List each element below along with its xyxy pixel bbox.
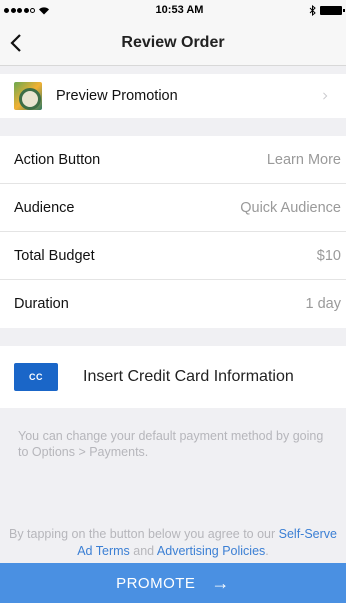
detail-row-duration[interactable]: Duration 1 day [0, 280, 346, 328]
preview-promotion-row[interactable]: Preview Promotion [0, 74, 346, 118]
detail-label: Duration [14, 296, 69, 312]
navigation-bar: Review Order [0, 20, 346, 66]
battery-icon [319, 5, 345, 15]
detail-row-action-button[interactable]: Action Button Learn More [0, 136, 346, 184]
signal-strength-icon [4, 7, 35, 13]
detail-value: 1 day [305, 296, 341, 312]
spacer [0, 118, 346, 136]
terms-prefix: By tapping on the button below you agree… [9, 527, 279, 541]
advertising-policies-link[interactable]: Advertising Policies [157, 544, 265, 558]
promotion-section: Preview Promotion [0, 74, 346, 118]
promote-button[interactable]: PROMOTE → [0, 563, 346, 603]
chevron-right-icon [323, 92, 328, 100]
payment-info-text: You can change your default payment meth… [18, 429, 324, 460]
promotion-thumbnail [14, 82, 42, 110]
detail-label: Action Button [14, 151, 101, 168]
bluetooth-icon [309, 4, 316, 16]
terms-middle: and [129, 543, 157, 558]
back-button[interactable] [10, 20, 46, 66]
wifi-icon [39, 6, 49, 14]
arrow-right-icon: → [211, 572, 230, 593]
detail-value: Quick Audience [240, 199, 341, 216]
detail-value: Learn More [266, 151, 341, 168]
credit-card-icon: CC [14, 363, 58, 391]
order-details: Action Button Learn More Audience Quick … [0, 136, 346, 328]
detail-label: Audience [14, 199, 75, 216]
status-bar: 10:53 AM [0, 0, 346, 20]
insert-credit-card-label: Insert Credit Card Information [83, 368, 294, 385]
page-title: Review Order [121, 33, 225, 51]
detail-row-audience[interactable]: Audience Quick Audience [0, 184, 346, 232]
insert-credit-card-row[interactable]: CC Insert Credit Card Information [0, 346, 346, 408]
spacer [0, 66, 346, 74]
preview-promotion-label: Preview Promotion [56, 88, 178, 104]
detail-row-total-budget[interactable]: Total Budget $10 [0, 232, 346, 280]
promotion-left: Preview Promotion [14, 82, 178, 110]
status-right [309, 4, 345, 16]
terms-text: By tapping on the button below you agree… [0, 526, 346, 560]
detail-label: Total Budget [14, 247, 95, 264]
promote-label: PROMOTE [116, 574, 196, 592]
status-time: 10:53 AM [155, 4, 204, 16]
chevron-left-icon [10, 34, 21, 52]
terms-suffix: . [265, 543, 269, 558]
signal-status [4, 6, 50, 15]
detail-value: $10 [316, 247, 341, 264]
